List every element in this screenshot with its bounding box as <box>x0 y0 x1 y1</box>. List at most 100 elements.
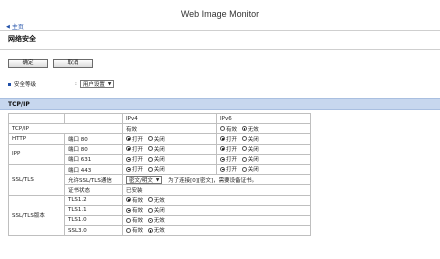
ipp80-ipv4-off[interactable]: 关闭 <box>147 145 165 153</box>
radio-label: 关闭 <box>247 136 259 143</box>
ssl-allow-label: 允许SSL/TLS通信 <box>64 174 123 186</box>
table-header-row: IPv4 IPv6 <box>8 112 311 125</box>
ssl-ipv4-on[interactable]: 打开 <box>126 165 143 173</box>
tls12-enable[interactable]: 有效 <box>126 196 143 204</box>
radio-label: 关闭 <box>247 157 259 164</box>
cancel-button[interactable]: 取消 <box>53 59 93 68</box>
radio-label: 打开 <box>132 167 144 174</box>
ssl-allow-note: 为了连接[0][密文]，需要设备证书。 <box>168 177 258 184</box>
radio-icon[interactable] <box>241 136 247 142</box>
ipp80-ipv6-off[interactable]: 关闭 <box>241 145 259 153</box>
table-row: IPP 端口 80 打开 关闭 打开 关闭 <box>8 143 311 165</box>
ssl-label: SSL/TLS <box>8 163 65 196</box>
radio-label: 无效 <box>153 228 165 235</box>
radio-icon[interactable] <box>147 166 153 172</box>
radio-selected-icon[interactable] <box>126 136 131 142</box>
tcpip-ipv6-enable[interactable]: 有效 <box>220 125 237 133</box>
radio-selected-icon[interactable] <box>126 146 131 152</box>
radio-icon[interactable] <box>241 166 247 172</box>
http-ipv4-cell: 打开 关闭 <box>122 133 217 145</box>
ssl-ipv4-off[interactable]: 关闭 <box>147 165 165 173</box>
ipp-port-80: 端口 80 <box>64 143 123 155</box>
cert-status-label: 证书状态 <box>64 184 123 196</box>
radio-selected-icon[interactable] <box>126 197 131 203</box>
radio-label: 无效 <box>153 197 165 204</box>
ssl-allow-select[interactable]: 密文/明文 ▼ <box>126 176 163 185</box>
radio-label: 关闭 <box>247 146 259 153</box>
page-title: 网络安全 <box>8 35 36 43</box>
ok-button[interactable]: 确定 <box>8 59 48 68</box>
radio-selected-icon[interactable] <box>147 217 153 223</box>
ipp631-ipv4-off[interactable]: 关闭 <box>147 155 165 163</box>
chevron-down-icon: ▼ <box>155 177 160 183</box>
ipp631-ipv6-cell: 打开 关闭 <box>216 153 311 165</box>
ipp631-ipv4-cell: 打开 关闭 <box>122 153 217 165</box>
security-level-label: 安全等级 <box>14 82 37 88</box>
tls10-disable[interactable]: 无效 <box>147 216 165 224</box>
tls12-disable[interactable]: 无效 <box>147 196 165 204</box>
http-ipv6-off[interactable]: 关闭 <box>241 135 259 143</box>
tls11-disable[interactable]: 关闭 <box>147 206 165 214</box>
radio-icon[interactable] <box>126 217 131 223</box>
radio-selected-icon[interactable] <box>220 166 225 172</box>
cert-status-value: 已安装 <box>122 184 311 196</box>
radio-selected-icon[interactable] <box>220 136 225 142</box>
radio-selected-icon[interactable] <box>126 207 131 213</box>
security-level-select[interactable]: 用户设置 ▼ <box>79 80 115 88</box>
radio-icon[interactable] <box>241 146 247 152</box>
ssl30-disable[interactable]: 无效 <box>147 227 165 235</box>
tls11-enable[interactable]: 有效 <box>126 206 143 214</box>
http-port: 端口 80 <box>64 133 123 145</box>
radio-label: 打开 <box>132 146 144 153</box>
ipp631-ipv6-on[interactable]: 打开 <box>220 155 237 163</box>
radio-icon[interactable] <box>147 197 153 203</box>
version-name: SSL3.0 <box>64 225 123 237</box>
ssl-allow-value: 密文/明文 <box>129 178 153 185</box>
http-label: HTTP <box>8 133 65 145</box>
radio-icon[interactable] <box>126 227 131 233</box>
radio-icon[interactable] <box>147 136 153 142</box>
ipp631-ipv4-on[interactable]: 打开 <box>126 155 143 163</box>
ipp80-ipv6-on[interactable]: 打开 <box>220 145 237 153</box>
ssl-allow-cell: 密文/明文 ▼ 为了连接[0][密文]，需要设备证书。 <box>122 174 311 186</box>
http-ipv4-off[interactable]: 关闭 <box>147 135 165 143</box>
tcpip-ipv6-cell: 有效 无效 <box>216 123 311 135</box>
radio-icon[interactable] <box>147 146 153 152</box>
tls10-enable[interactable]: 有效 <box>126 216 143 224</box>
security-level-colon: : <box>75 81 77 87</box>
tcpip-ipv4-value: 有效 <box>122 123 217 135</box>
ipp-port-631: 端口 631 <box>64 153 123 165</box>
security-level-row: 安全等级 : 用户设置 ▼ <box>8 80 115 88</box>
radio-label: 有效 <box>132 228 144 235</box>
radio-label: 无效 <box>247 126 259 133</box>
radio-selected-icon[interactable] <box>147 227 153 233</box>
table-row: TCP/IP 有效 有效 无效 <box>8 123 311 135</box>
radio-label: 关闭 <box>247 167 259 174</box>
version-cell: 有效 无效 <box>122 194 311 206</box>
radio-selected-icon[interactable] <box>241 126 247 132</box>
table-row: HTTP 端口 80 打开 关闭 打开 关闭 <box>8 133 311 145</box>
version-name: TLS1.1 <box>64 204 123 216</box>
ssl-ipv6-on[interactable]: 打开 <box>220 165 237 173</box>
radio-icon[interactable] <box>147 207 153 213</box>
ipp631-ipv6-off[interactable]: 关闭 <box>241 155 259 164</box>
http-ipv6-on[interactable]: 打开 <box>220 135 237 143</box>
radio-label: 打开 <box>226 136 238 143</box>
radio-selected-icon[interactable] <box>220 156 225 162</box>
ipp80-ipv4-on[interactable]: 打开 <box>126 145 143 153</box>
radio-label: 打开 <box>132 136 144 143</box>
radio-selected-icon[interactable] <box>126 166 131 172</box>
radio-icon[interactable] <box>220 126 225 132</box>
radio-label: 有效 <box>132 197 144 204</box>
ssl30-enable[interactable]: 有效 <box>126 227 144 235</box>
radio-icon[interactable] <box>147 156 153 162</box>
http-ipv4-on[interactable]: 打开 <box>126 135 143 143</box>
ssl-ipv6-off[interactable]: 关闭 <box>241 165 259 174</box>
radio-selected-icon[interactable] <box>220 146 225 152</box>
radio-selected-icon[interactable] <box>126 156 131 162</box>
radio-icon[interactable] <box>241 156 247 162</box>
radio-label: 有效 <box>132 218 144 225</box>
security-level-value: 用户设置 <box>82 82 105 88</box>
chevron-down-icon: ▼ <box>107 81 112 87</box>
tcpip-ipv6-disable[interactable]: 无效 <box>241 125 259 133</box>
